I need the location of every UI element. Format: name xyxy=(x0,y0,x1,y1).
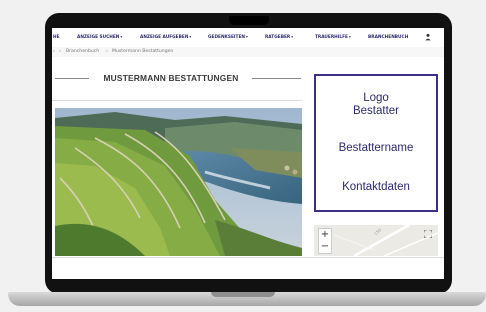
chevron-down-icon: ▾ xyxy=(189,35,192,39)
vineyard-river-photo xyxy=(55,108,302,256)
nav-item-anzeige-aufgeben[interactable]: ANZEIGE AUFGEBEN▾ xyxy=(140,35,191,40)
chevron-down-icon: ▾ xyxy=(348,35,351,39)
company-name: Bestattername xyxy=(338,142,414,154)
breadcrumb-current: Mustermann Bestattungen xyxy=(112,49,174,54)
title-divider xyxy=(252,78,301,79)
breadcrumb-separator: › xyxy=(106,49,108,54)
chevron-down-icon: ▾ xyxy=(291,35,294,39)
company-info-box: Logo Bestatter Bestattername Kontaktdate… xyxy=(314,74,438,212)
browser-screen: HE ANZEIGE SUCHEN▾ ANZEIGE AUFGEBEN▾ GED… xyxy=(52,28,444,279)
nav-item-ratgeber[interactable]: RATGEBER▾ xyxy=(265,35,293,40)
nav-item-anzeige-suchen[interactable]: ANZEIGE SUCHEN▾ xyxy=(77,35,122,40)
main-navigation: HE ANZEIGE SUCHEN▾ ANZEIGE AUFGEBEN▾ GED… xyxy=(52,28,444,48)
breadcrumb-branchenbuch[interactable]: Branchenbuch xyxy=(66,49,99,54)
camera-notch xyxy=(229,16,269,25)
nav-item-trauerhilfe[interactable]: TRAUERHILFE▾ xyxy=(315,35,351,40)
chevron-down-icon: ▾ xyxy=(120,35,123,39)
nav-item-gedenkseiten[interactable]: GEDENKSEITEN▾ xyxy=(208,35,248,40)
logo-label: Logo xyxy=(363,92,389,104)
title-divider xyxy=(55,78,89,79)
location-map[interactable]: L50 + − xyxy=(314,225,438,256)
page-footer-area xyxy=(52,257,444,279)
breadcrumb: › › Branchenbuch › Mustermann Bestattung… xyxy=(52,47,444,57)
breadcrumb-separator: › xyxy=(53,49,55,54)
logo-sublabel: Bestatter xyxy=(352,105,400,117)
zoom-in-button[interactable]: + xyxy=(319,229,331,241)
zoom-out-button[interactable]: − xyxy=(319,241,331,253)
contact-details: Kontaktdaten xyxy=(342,181,410,193)
nav-item-branchenbuch[interactable]: BRANCHENBUCH xyxy=(368,35,408,40)
fullscreen-icon[interactable] xyxy=(424,230,432,238)
laptop-base-notch xyxy=(211,292,275,297)
section-divider xyxy=(52,100,302,101)
nav-item-home[interactable]: HE xyxy=(53,35,60,40)
title-row: MUSTERMANN BESTATTUNGEN xyxy=(52,72,302,84)
user-icon[interactable] xyxy=(424,33,432,41)
chevron-down-icon: ▾ xyxy=(245,35,248,39)
company-logo-placeholder: Logo Bestatter xyxy=(316,92,436,118)
footer-divider xyxy=(52,257,444,258)
page-title: MUSTERMANN BESTATTUNGEN xyxy=(103,73,239,83)
map-zoom-control: + − xyxy=(318,228,332,254)
breadcrumb-separator: › xyxy=(59,49,61,54)
